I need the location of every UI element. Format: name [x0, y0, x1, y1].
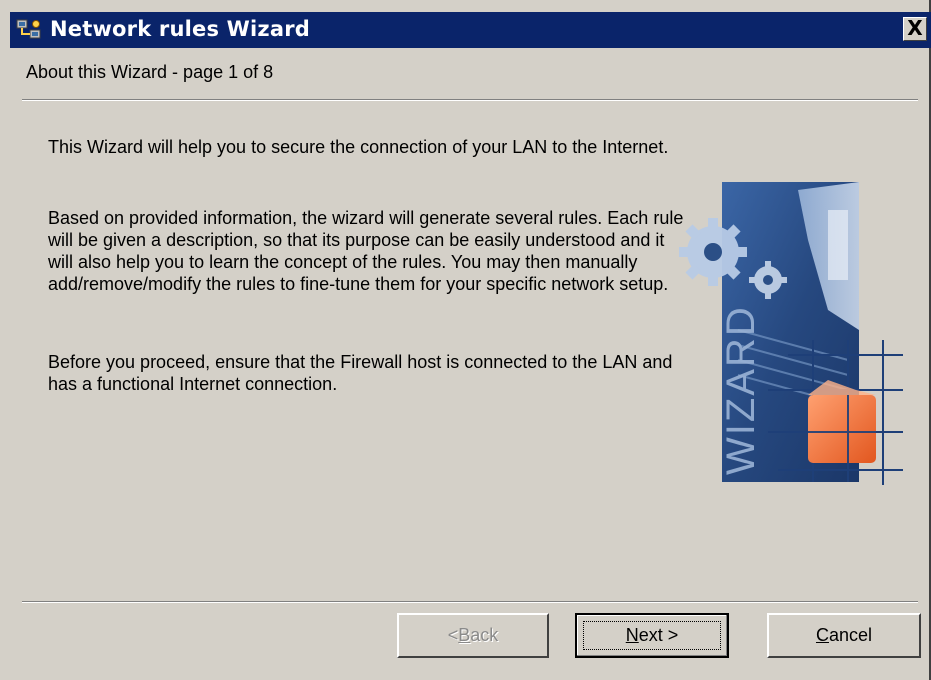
cancel-button-label: ancel: [828, 625, 873, 645]
wizard-illustration: WIZARD: [679, 182, 903, 485]
back-button-label: ack: [470, 625, 499, 645]
network-icon: [16, 19, 41, 39]
wizard-window: Network rules Wizard X About this Wizard…: [0, 0, 931, 680]
window-title: Network rules Wizard: [50, 17, 311, 41]
intro-paragraph: This Wizard will help you to secure the …: [48, 137, 669, 157]
title-bar[interactable]: Network rules Wizard X: [10, 12, 931, 48]
close-icon: X: [907, 16, 923, 40]
close-button[interactable]: X: [903, 17, 927, 41]
focus-rectangle: [583, 621, 721, 650]
next-button[interactable]: Next >: [575, 613, 729, 658]
cancel-button-mnemonic: C: [815, 625, 829, 645]
description-paragraph: Based on provided information, the wizar…: [48, 208, 684, 294]
cancel-button[interactable]: Cancel: [767, 613, 921, 658]
header-divider: [22, 99, 918, 101]
page-subtitle: About this Wizard - page 1 of 8: [26, 62, 274, 82]
wizard-image-label: WIZARD: [719, 305, 763, 475]
prerequisite-paragraph: Before you proceed, ensure that the Fire…: [48, 352, 673, 394]
back-button-prefix: <: [447, 625, 459, 645]
footer-divider: [22, 601, 918, 603]
back-button-mnemonic: B: [458, 625, 471, 645]
back-button[interactable]: < Back: [397, 613, 549, 658]
